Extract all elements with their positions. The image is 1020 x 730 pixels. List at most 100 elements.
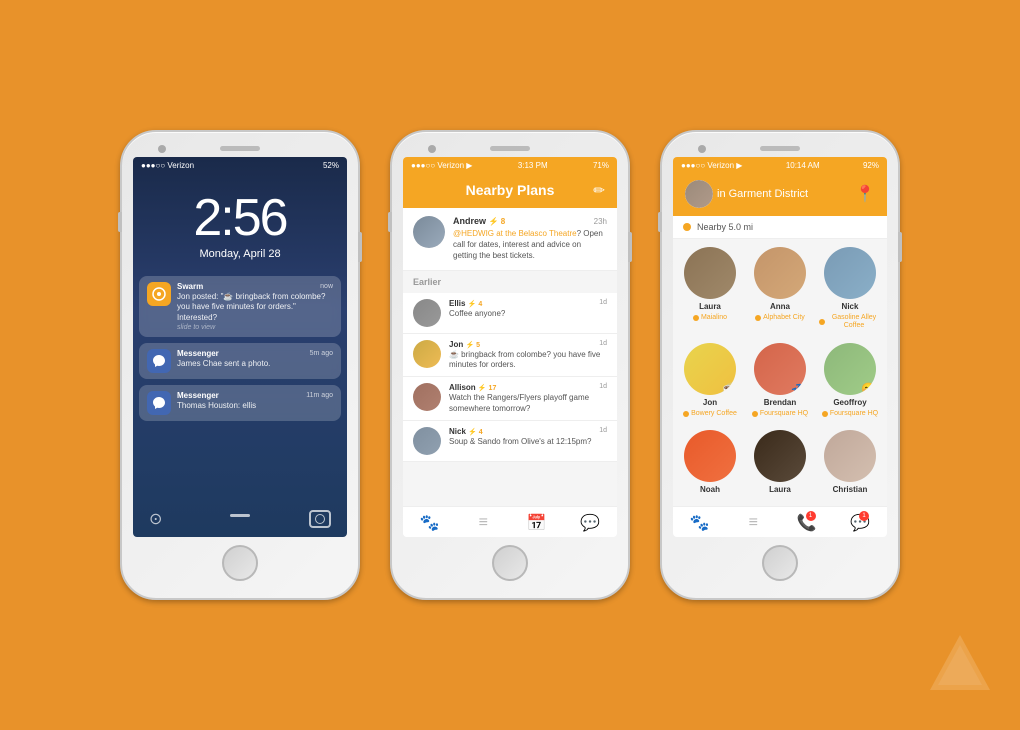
- notif-messenger-1[interactable]: Messenger 5m ago James Chae sent a photo…: [139, 343, 341, 379]
- notif-swarm-app: Swarm: [177, 282, 203, 291]
- gd-person-brendan[interactable]: 💤 Brendan Foursquare HQ: [749, 343, 811, 422]
- gd-brendan-emoji: 💤: [791, 383, 806, 395]
- gd-carrier: ●●●○○ Verizon ▶: [681, 161, 742, 170]
- gd-geoffroy-place: Foursquare HQ: [822, 410, 878, 418]
- gd-phone-badge: 1: [806, 511, 816, 521]
- nb-jon-time: 1d: [599, 340, 607, 349]
- nb-post-nick[interactable]: Nick ⚡ 4 1d Soup & Sando from Olive's at…: [403, 421, 617, 462]
- nb-post-ellis[interactable]: Ellis ⚡ 4 1d Coffee anyone?: [403, 293, 617, 334]
- nb-tab-messages[interactable]: 💬: [564, 513, 618, 533]
- gd-geoffroy-place-dot: [822, 411, 828, 417]
- notif-messenger-1-text: James Chae sent a photo.: [177, 359, 333, 369]
- gd-geoffroy-emoji: 😊: [861, 383, 876, 395]
- messenger-icon-2: [147, 391, 171, 415]
- gd-nick-place: Gasoline Alley Coffee: [819, 314, 881, 331]
- lockscreen-content: ●●●○○ Verizon 52% 2:56 Monday, April 28: [133, 157, 347, 537]
- gd-laura-place: Maialino: [693, 314, 727, 322]
- gd-messages-badge: 1: [859, 511, 869, 521]
- gd-brendan-name: Brendan: [764, 398, 796, 407]
- gd-laura2-avatar: [754, 430, 806, 482]
- gd-anna-place: Alphabet City: [755, 314, 805, 322]
- nb-post-jon[interactable]: Jon ⚡ 5 1d ☕ bringback from colombe? you…: [403, 334, 617, 378]
- gd-nick-name: Nick: [842, 302, 859, 311]
- gd-people-grid: Laura Maialino Anna Alphabet City: [673, 239, 887, 506]
- gd-tab-menu[interactable]: ≡: [727, 513, 781, 533]
- gd-pin-icon[interactable]: 📍: [855, 184, 875, 204]
- notif-messenger-2-time: 11m ago: [306, 392, 333, 399]
- nb-nick-time: 1d: [599, 427, 607, 436]
- ls-camera-icon: [309, 510, 331, 528]
- notif-swarm-header: Swarm now: [177, 282, 333, 291]
- gd-tab-messages[interactable]: 💬 1: [834, 513, 888, 533]
- nb-jon-avatar: [413, 340, 441, 368]
- nb-andrew-header: Andrew ⚡ 8 23h: [453, 216, 607, 226]
- nb-tab-plans[interactable]: 📅: [510, 513, 564, 533]
- gd-person-anna[interactable]: Anna Alphabet City: [749, 247, 811, 335]
- nb-tab-list[interactable]: ≡: [457, 513, 511, 533]
- swarm-icon: [147, 282, 171, 306]
- nb-andrew-time: 23h: [594, 217, 607, 226]
- nb-tabbar: 🐾 ≡ 📅 💬: [403, 506, 617, 537]
- nb-allison-name: Allison ⚡ 17: [449, 383, 496, 392]
- garment-screen: ●●●○○ Verizon ▶ 10:14 AM 92% in Garment …: [673, 157, 887, 537]
- gd-tab-home[interactable]: 🐾: [673, 513, 727, 533]
- nb-allison-content: Allison ⚡ 17 1d Watch the Rangers/Flyers…: [449, 383, 607, 414]
- home-button-3[interactable]: [762, 545, 798, 581]
- gd-nearby-bar: Nearby 5.0 mi: [673, 216, 887, 239]
- gd-location-text: in Garment District: [717, 188, 808, 200]
- nb-edit-icon[interactable]: ✏: [593, 182, 605, 199]
- gd-jon-name: Jon: [703, 398, 717, 407]
- nearby-content: ●●●○○ Verizon ▶ 3:13 PM 71% Nearby Plans…: [403, 157, 617, 537]
- nb-tab-home[interactable]: 🐾: [403, 513, 457, 533]
- ls-statusbar: ●●●○○ Verizon 52%: [133, 157, 347, 174]
- nb-nick-avatar: [413, 427, 441, 455]
- nb-feed: Andrew ⚡ 8 23h @HEDWIG at the Belasco Th…: [403, 208, 617, 506]
- garment-content: ●●●○○ Verizon ▶ 10:14 AM 92% in Garment …: [673, 157, 887, 537]
- camera-2: [428, 145, 436, 153]
- gd-nick-place-text: Gasoline Alley Coffee: [827, 314, 881, 331]
- nb-main-post[interactable]: Andrew ⚡ 8 23h @HEDWIG at the Belasco Th…: [403, 208, 617, 271]
- gd-laura-place-dot: [693, 315, 699, 321]
- ls-flashlight-icon: ⊙: [149, 509, 162, 529]
- camera-1: [158, 145, 166, 153]
- nearby-screen: ●●●○○ Verizon ▶ 3:13 PM 71% Nearby Plans…: [403, 157, 617, 537]
- home-button-1[interactable]: [222, 545, 258, 581]
- nb-andrew-name: Andrew ⚡ 8: [453, 216, 505, 226]
- gd-person-jon[interactable]: ☕ Jon Bowery Coffee: [679, 343, 741, 422]
- notif-messenger-2[interactable]: Messenger 11m ago Thomas Houston: ellis: [139, 385, 341, 421]
- gd-person-laura2[interactable]: Laura: [749, 430, 811, 498]
- gd-header: in Garment District 📍: [673, 174, 887, 216]
- gd-anna-avatar: [754, 247, 806, 299]
- ls-bottom: ⊙: [133, 509, 347, 529]
- ls-time: 2:56: [133, 192, 347, 244]
- notif-swarm-content: Swarm now Jon posted: "☕ bringback from …: [177, 282, 333, 331]
- gd-noah-avatar: [684, 430, 736, 482]
- phone-top-3: [670, 146, 890, 151]
- notif-messenger-2-text: Thomas Houston: ellis: [177, 401, 333, 411]
- gd-person-christian[interactable]: Christian: [819, 430, 881, 498]
- nb-andrew-img: [413, 216, 445, 248]
- gd-time: 10:14 AM: [786, 161, 820, 170]
- nb-statusbar: ●●●○○ Verizon ▶ 3:13 PM 71%: [403, 157, 617, 174]
- gd-person-noah[interactable]: Noah: [679, 430, 741, 498]
- nb-andrew-content: Andrew ⚡ 8 23h @HEDWIG at the Belasco Th…: [453, 216, 607, 262]
- phone-lockscreen: ●●●○○ Verizon 52% 2:56 Monday, April 28: [120, 130, 360, 600]
- notif-swarm[interactable]: Swarm now Jon posted: "☕ bringback from …: [139, 276, 341, 337]
- gd-brendan-place: Foursquare HQ: [752, 410, 808, 418]
- nb-title: Nearby Plans: [466, 182, 555, 198]
- gd-person-geoffroy[interactable]: 😊 Geoffroy Foursquare HQ: [819, 343, 881, 422]
- notif-messenger-2-app: Messenger: [177, 391, 219, 400]
- phone-top-1: [130, 146, 350, 151]
- home-button-2[interactable]: [492, 545, 528, 581]
- notif-swarm-slide: slide to view: [177, 324, 333, 331]
- gd-person-laura[interactable]: Laura Maialino: [679, 247, 741, 335]
- notif-messenger-1-app: Messenger: [177, 349, 219, 358]
- nb-jon-name: Jon ⚡ 5: [449, 340, 480, 349]
- messenger-icon-1: [147, 349, 171, 373]
- gd-jon-emoji: ☕: [721, 383, 736, 395]
- gd-tab-phone[interactable]: 📞 1: [780, 513, 834, 533]
- gd-person-nick[interactable]: Nick Gasoline Alley Coffee: [819, 247, 881, 335]
- nb-post-allison[interactable]: Allison ⚡ 17 1d Watch the Rangers/Flyers…: [403, 377, 617, 421]
- phone-nearby: ●●●○○ Verizon ▶ 3:13 PM 71% Nearby Plans…: [390, 130, 630, 600]
- phones-container: ●●●○○ Verizon 52% 2:56 Monday, April 28: [120, 130, 900, 600]
